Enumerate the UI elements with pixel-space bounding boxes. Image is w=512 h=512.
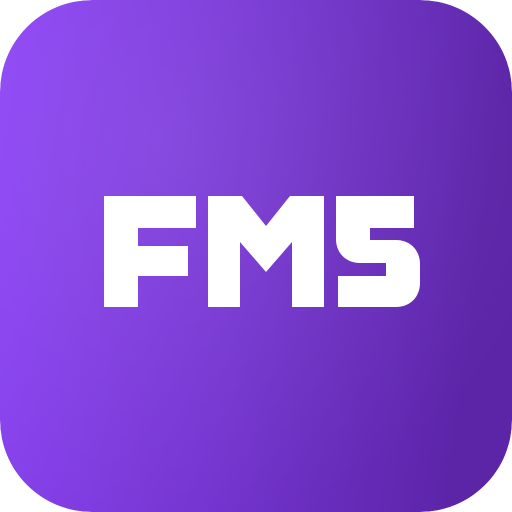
icon-stage (0, 0, 512, 512)
fms-logo-icon (0, 0, 512, 512)
fms-app-icon[interactable] (0, 0, 512, 512)
logo-letter-s (336, 196, 420, 307)
